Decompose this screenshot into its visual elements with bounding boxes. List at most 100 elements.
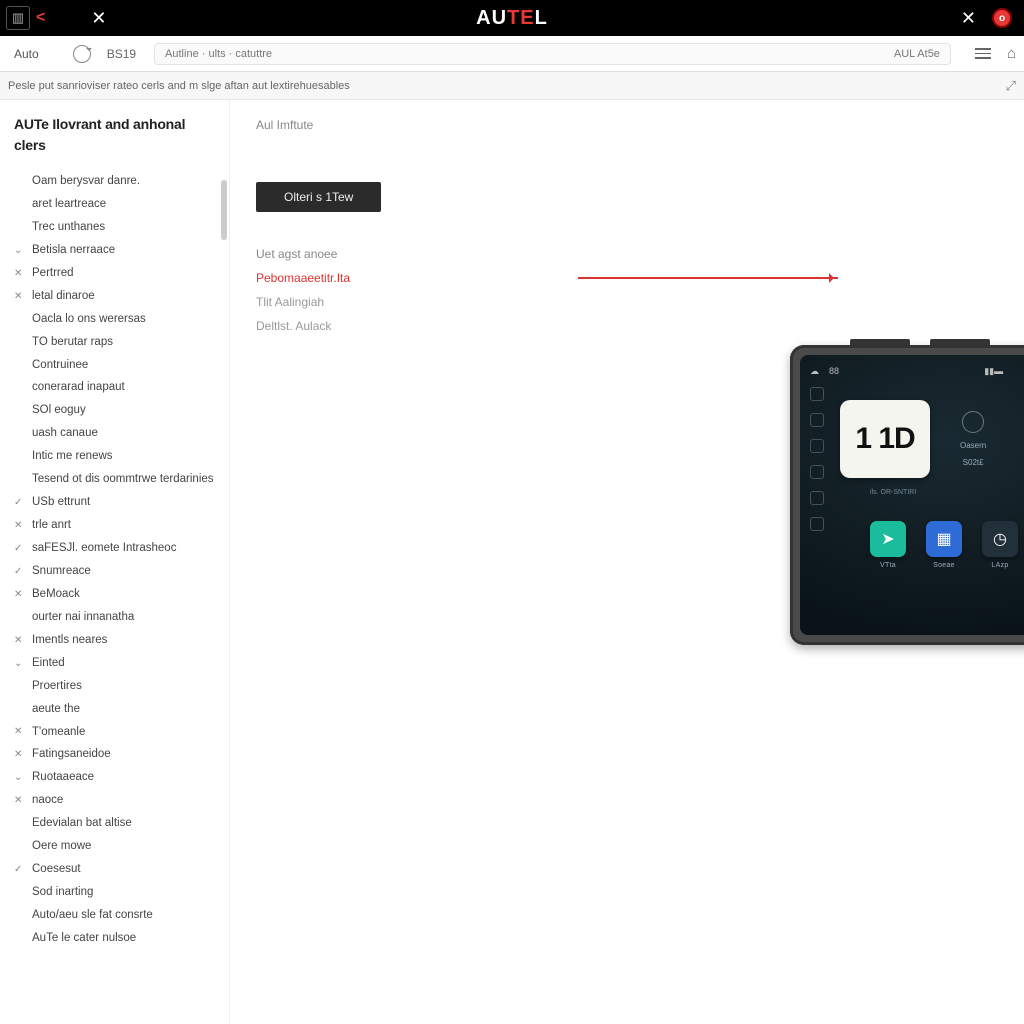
address-input-right: AUL At5e [894, 48, 940, 60]
item-marker-icon: ✕ [14, 748, 26, 761]
sidebar-item[interactable]: conerarad inapaut [14, 376, 219, 399]
status-left: ☁ 88 [810, 366, 839, 377]
item-marker-icon: ✕ [14, 290, 26, 303]
sidebar-item[interactable]: ✕Pertrred [14, 262, 219, 285]
sidebar-item-label: saFESJl. eomete Intrasheoc [32, 541, 176, 556]
app-label: LAzp [991, 562, 1008, 569]
sidebar-item[interactable]: ⌄Betisla nerraace [14, 239, 219, 262]
home-icon[interactable]: ⌂ [1007, 45, 1016, 62]
sidebar-item-label: Auto/aeu sle fat consrte [32, 908, 153, 923]
layout: AUTe Ilovrant and anhonal clers Oam bery… [0, 100, 1024, 1024]
sidebar-item-label: uash canaue [32, 426, 98, 441]
sidebar-item-label: Sod inarting [32, 885, 93, 900]
sidebar-item-label: naoce [32, 793, 63, 808]
sidebar-item[interactable]: ✓Coesesut [14, 858, 219, 881]
sidebar-item-label: letal dinaroe [32, 289, 95, 304]
notice-text: Pesle put sanrioviser rateo cerls and m … [8, 80, 350, 92]
sidebar: AUTe Ilovrant and anhonal clers Oam bery… [0, 100, 230, 1024]
notice-bar: Pesle put sanrioviser rateo cerls and m … [0, 72, 1024, 100]
sidebar-item[interactable]: Auto/aeu sle fat consrte [14, 904, 219, 927]
sidebar-item-label: Imentls neares [32, 633, 107, 648]
scrollbar-thumb[interactable] [221, 180, 227, 240]
app-icon: ◷ [982, 521, 1018, 557]
device-image: ☁ 88 ▮▮▬ ⚙ ✱ ▧ ⊞ [790, 345, 1024, 645]
item-marker-icon: ✕ [14, 725, 26, 738]
status-mid: ▮▮▬ [984, 366, 1003, 377]
item-marker-icon: ✕ [14, 519, 26, 532]
sidebar-item[interactable]: Oere mowe [14, 835, 219, 858]
sidebar-item-label: AuTe le cater nulsoe [32, 931, 136, 946]
section-links: Uet agst anoee Pebomaaeetitr.Ita Tlit Aa… [256, 242, 998, 338]
app-label: VTta [880, 562, 896, 569]
sidebar-item[interactable]: Oacla lo ons werersas [14, 308, 219, 331]
sidebar-item[interactable]: ✓saFESJl. eomete Intrasheoc [14, 537, 219, 560]
section-link-4[interactable]: Deltlst. Aulack [256, 314, 998, 338]
overview-button[interactable]: Olteri s 1Tew [256, 182, 381, 212]
item-marker-icon: ✕ [14, 794, 26, 807]
app-row: ➤VTta▦Soeae◷LAzp⌂Sadr≡✎K·SV▣IrWS [824, 505, 1024, 569]
mode-chip[interactable]: Auto [8, 45, 45, 63]
app-tile: ◷ LAzp [978, 521, 1022, 569]
brand-part-b: TE [507, 7, 535, 29]
sidebar-item[interactable]: Sod inarting [14, 881, 219, 904]
sidebar-item-label: Betisla nerraace [32, 243, 115, 258]
reload-icon[interactable] [73, 45, 91, 63]
sidebar-item-label: USb ettrunt [32, 495, 90, 510]
sidebar-item[interactable]: ✕ letal dinaroe [14, 285, 219, 308]
sidebar-item-label: Snumreace [32, 564, 91, 579]
address-input[interactable]: Autline · ults · catuttre AUL At5e [154, 43, 951, 65]
sidebar-item[interactable]: aeute the [14, 698, 219, 721]
brand-part-c: L [535, 7, 548, 29]
app-icon[interactable]: ▥ [6, 6, 30, 30]
sidebar-item[interactable]: ⌄Ruotaaeace [14, 766, 219, 789]
expand-icon[interactable]: ⤢ [1006, 78, 1016, 94]
brand-logo: AUTEL [476, 7, 548, 30]
sidebar-item-label: aeute the [32, 702, 80, 717]
menu-icon[interactable] [975, 48, 991, 59]
top-bar-left: ▥ < ✕ [0, 6, 106, 30]
sidebar-item-label: Intic me renews [32, 449, 113, 464]
sidebar-item[interactable]: AuTe le cater nulsoe [14, 927, 219, 950]
sidebar-item[interactable]: aret leartreace [14, 193, 219, 216]
address-input-left: Autline · ults · catuttre [165, 48, 272, 60]
sidebar-item[interactable]: SOl eoguy [14, 399, 219, 422]
section-link-1[interactable]: Uet agst anoee [256, 242, 998, 266]
item-marker-icon: ✕ [14, 634, 26, 647]
sidebar-item[interactable]: ✕Fatingsaneidoe [14, 743, 219, 766]
sidebar-item[interactable]: Tesend ot dis oommtrwe terdarinies [14, 468, 219, 491]
sidebar-title: AUTe Ilovrant and anhonal clers [14, 114, 219, 156]
sidebar-item-label: Pertrred [32, 266, 74, 281]
sidebar-item[interactable]: Trec unthanes [14, 216, 219, 239]
section-link-3[interactable]: Tlit Aalingiah [256, 290, 998, 314]
item-marker-icon: ✓ [14, 565, 26, 578]
sidebar-item[interactable]: ⌄Einted [14, 652, 219, 675]
sidebar-item[interactable]: Edevialan bat altise [14, 812, 219, 835]
nav-icon [810, 491, 824, 505]
sidebar-item[interactable]: Contruinee [14, 354, 219, 377]
tablet-frame: ☁ 88 ▮▮▬ ⚙ ✱ ▧ ⊞ [790, 345, 1024, 645]
hero-row: 1 1D Oasern S02t£ 4 2 Sart auteitt [824, 379, 1024, 489]
close-window-icon[interactable]: ✕ [961, 8, 976, 29]
sidebar-item[interactable]: ✕ trle anrt [14, 514, 219, 537]
sidebar-item[interactable]: uash canaue [14, 422, 219, 445]
sidebar-item-label: Contruinee [32, 358, 88, 373]
sidebar-item-label: Oacla lo ons werersas [32, 312, 146, 327]
sidebar-item[interactable]: TO berutar raps [14, 331, 219, 354]
sidebar-item-label: Oam berysvar danre. [32, 174, 140, 189]
back-icon[interactable]: < [36, 9, 45, 27]
sidebar-item[interactable]: Oam berysvar danre. [14, 170, 219, 193]
sidebar-item-label: trle anrt [32, 518, 71, 533]
close-tab-icon[interactable]: ✕ [91, 8, 106, 29]
nav-icon [810, 517, 824, 531]
sidebar-item[interactable]: ✕T'omeanle [14, 721, 219, 744]
sidebar-item[interactable]: ourter nai innanatha [14, 606, 219, 629]
record-icon[interactable]: o [992, 8, 1012, 28]
sidebar-item[interactable]: ✓ Snumreace [14, 560, 219, 583]
sidebar-item[interactable]: ✕BeMoack [14, 583, 219, 606]
sidebar-item[interactable]: Proertires [14, 675, 219, 698]
sidebar-item[interactable]: Intic me renews [14, 445, 219, 468]
sidebar-item-label: aret leartreace [32, 197, 106, 212]
sidebar-item[interactable]: ✕ naoce [14, 789, 219, 812]
sidebar-item[interactable]: ✕ Imentls neares [14, 629, 219, 652]
sidebar-item[interactable]: ✓USb ettrunt [14, 491, 219, 514]
